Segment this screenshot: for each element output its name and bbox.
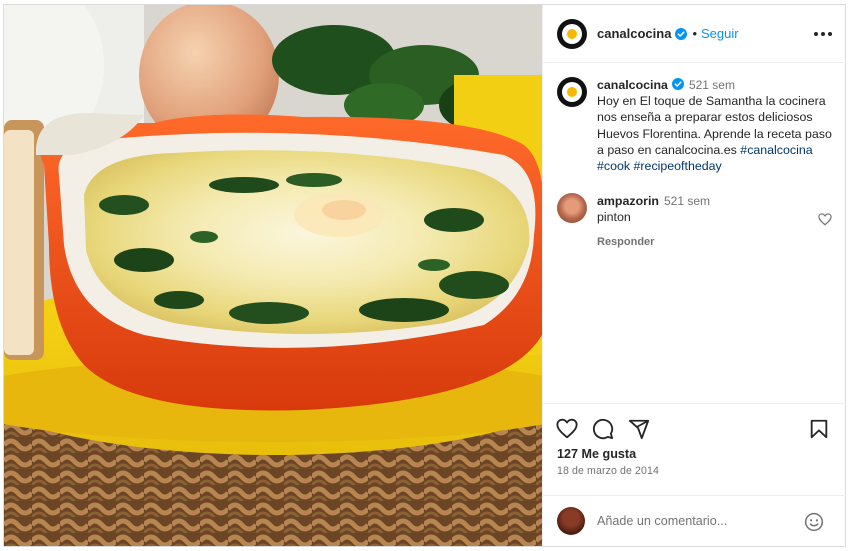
- comment-item: ampazorin 521 sem pinton Responder: [557, 193, 710, 251]
- post-actions: 127 Me gusta 18 de marzo de 2014: [543, 403, 846, 495]
- comment-input[interactable]: [597, 514, 797, 528]
- header-separator: •: [692, 26, 697, 41]
- comments-list: canalcocina 521 sem Hoy en El toque de Sa…: [543, 63, 846, 403]
- comment-icon[interactable]: [592, 418, 614, 440]
- verified-badge-icon: [675, 27, 688, 40]
- current-user-avatar: [557, 507, 585, 535]
- verified-badge-icon: [671, 78, 684, 90]
- post-modal: canalcocina • Seguir canalcocina 521 sem …: [3, 4, 846, 547]
- caption-avatar[interactable]: [557, 77, 587, 107]
- reply-button[interactable]: Responder: [597, 234, 710, 250]
- hashtag-link[interactable]: #canalcocina: [740, 143, 812, 157]
- post-image[interactable]: [4, 5, 542, 546]
- post-sidebar: canalcocina • Seguir canalcocina 521 sem …: [542, 5, 846, 546]
- likes-count[interactable]: 127 Me gusta: [557, 447, 636, 461]
- share-icon[interactable]: [628, 418, 650, 440]
- hashtag-link[interactable]: #cook: [597, 159, 630, 173]
- caption-username[interactable]: canalcocina: [597, 78, 668, 92]
- heart-icon[interactable]: [556, 418, 578, 440]
- comment-composer: [543, 495, 846, 546]
- post-header: canalcocina • Seguir: [543, 5, 846, 63]
- caption-time[interactable]: 521 sem: [689, 78, 735, 92]
- hashtag-link[interactable]: #recipeoftheday: [634, 159, 722, 173]
- comment-body: ampazorin 521 sem pinton Responder: [597, 193, 710, 251]
- caption: canalcocina 521 sem Hoy en El toque de Sa…: [557, 77, 837, 174]
- post-date[interactable]: 18 de marzo de 2014: [557, 465, 659, 477]
- comment-time[interactable]: 521 sem: [664, 194, 710, 208]
- food-photo-illustration: [4, 5, 542, 546]
- emoji-icon[interactable]: [804, 512, 824, 532]
- follow-button[interactable]: Seguir: [701, 26, 739, 41]
- caption-body: canalcocina 521 sem Hoy en El toque de Sa…: [597, 77, 837, 174]
- author-username[interactable]: canalcocina: [597, 26, 671, 41]
- comment-text: pinton: [597, 210, 631, 225]
- comment-like-heart-icon[interactable]: [818, 213, 832, 226]
- comment-username[interactable]: ampazorin: [597, 194, 659, 208]
- commenter-avatar[interactable]: [557, 193, 587, 223]
- more-options-icon[interactable]: [814, 27, 832, 41]
- bookmark-icon[interactable]: [808, 418, 830, 440]
- author-avatar[interactable]: [557, 18, 587, 49]
